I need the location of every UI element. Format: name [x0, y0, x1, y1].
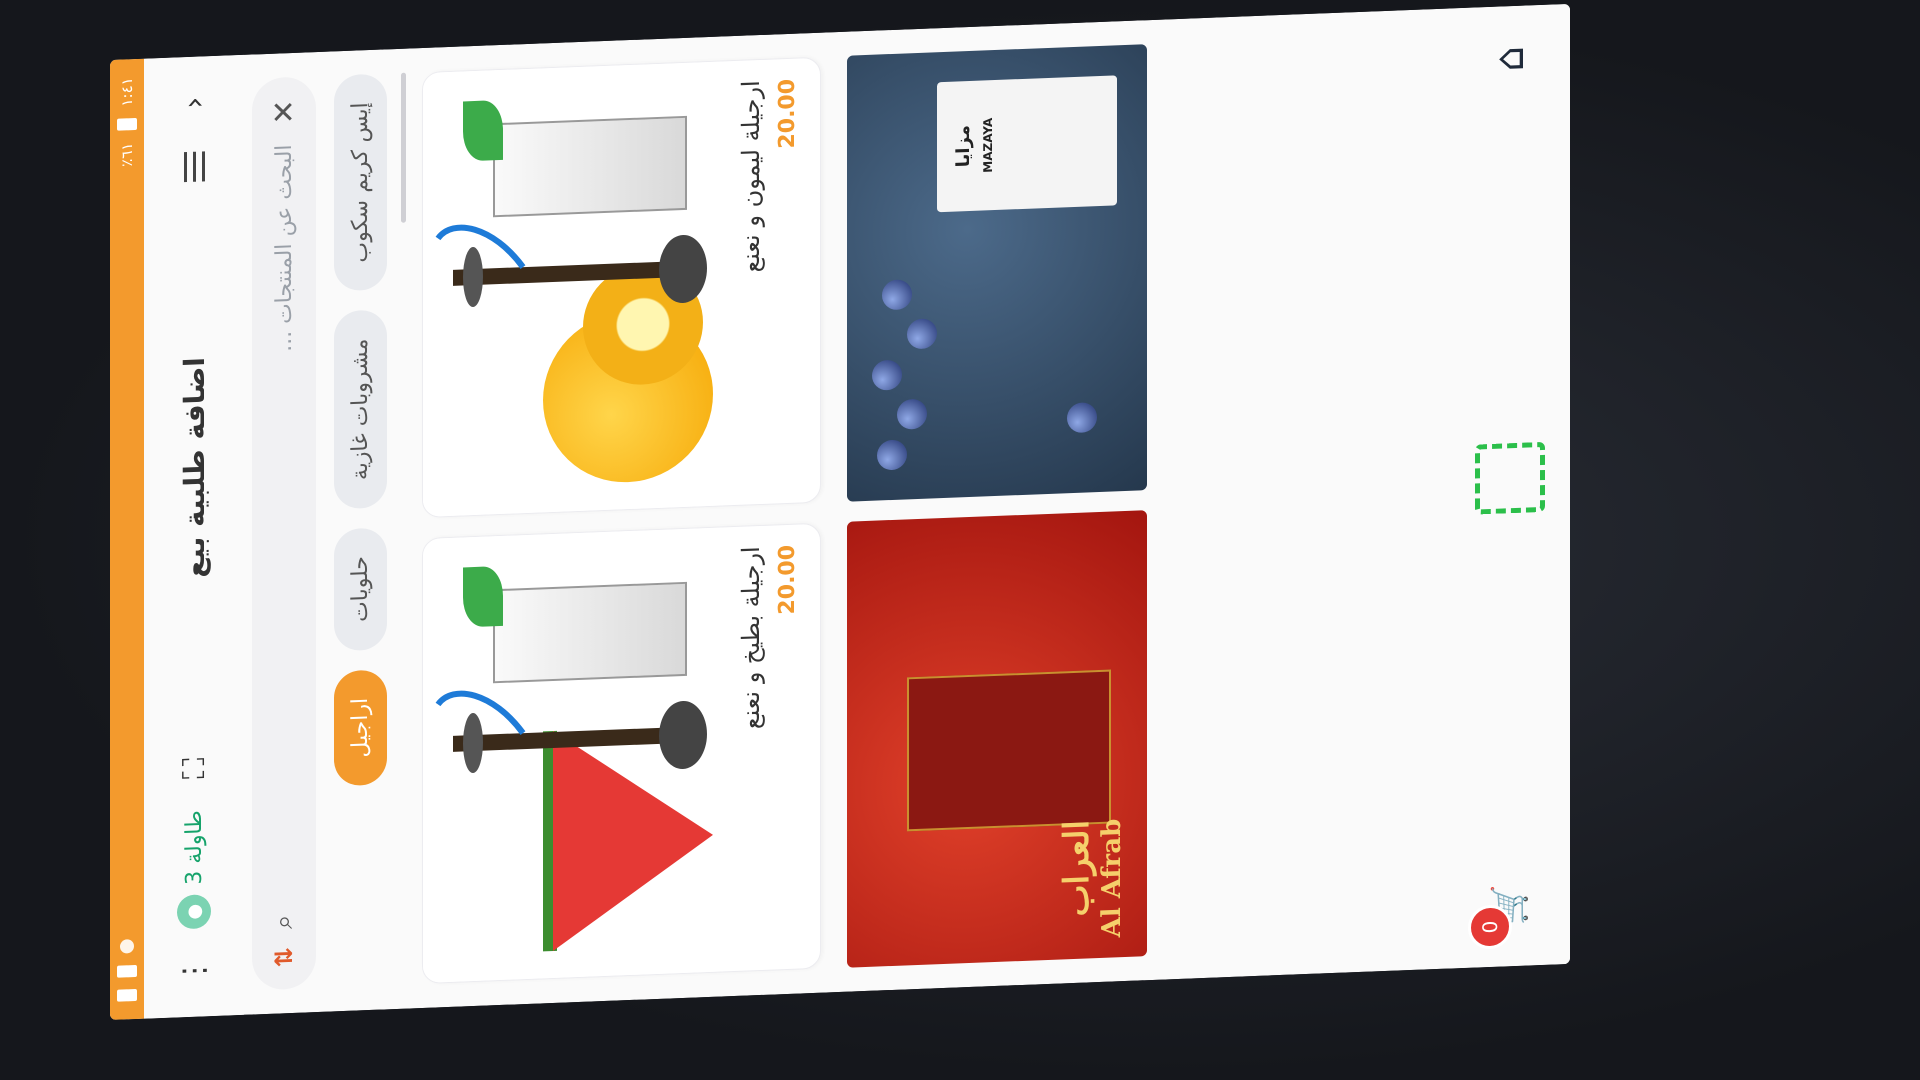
mazaya-pack-image: مزايا MAZAYA: [937, 75, 1117, 213]
category-chip-soft-drinks[interactable]: مشروبات غازية: [334, 309, 387, 510]
product-price: 20.00: [775, 544, 800, 616]
table-label: طاولة 3: [181, 809, 207, 886]
product-price: 20.00: [775, 78, 800, 150]
category-chip-sweets[interactable]: حلويات: [334, 527, 387, 651]
blueberry-image: [882, 279, 912, 311]
mint-leaf-image: [463, 99, 503, 162]
tobacco-box-image: [493, 582, 687, 684]
mazaya-logo: مزايا: [953, 124, 974, 168]
more-vert-icon: ⋮: [176, 955, 212, 987]
menu-button[interactable]: [172, 144, 216, 190]
banner-al-afrab[interactable]: العراب Al Afrab: [847, 510, 1147, 968]
blueberry-image: [872, 359, 902, 391]
status-right: ١:٤١ ٦١٪: [117, 77, 137, 167]
status-battery: ٦١٪: [118, 142, 136, 168]
product-meta: ارجيلة بطيخ و نعنع 20.00: [723, 524, 820, 972]
expand-icon: ⛶: [176, 757, 212, 780]
chevron-left-icon: ‹: [176, 96, 212, 110]
product-name: ارجيلة ليمون و نعنع: [737, 79, 765, 274]
app-screen: ١:٤١ ٦١٪ ‹ اضافة طلبية بيع ⛶ طاولة 3 ● ⋮…: [110, 3, 1570, 1020]
blueberry-image: [897, 398, 927, 430]
user-avatar-icon: ●: [177, 894, 211, 930]
status-left: [117, 939, 137, 1002]
promo-banners: مزايا MAZAYA العراب Al Afrab: [837, 20, 1157, 992]
hookah-icon: [435, 691, 707, 774]
more-button[interactable]: ⋮: [172, 948, 216, 994]
notification-icon: [120, 939, 134, 954]
search-input[interactable]: [270, 141, 298, 898]
mint-leaf-image: [463, 565, 503, 628]
product-name: ارجيلة بطيخ و نعنع: [737, 545, 765, 730]
sim2-icon: [117, 988, 137, 1002]
close-icon[interactable]: ✕: [267, 99, 302, 125]
product-card-lemon-mint[interactable]: ارجيلة ليمون و نعنع 20.00: [422, 56, 821, 519]
table-indicator[interactable]: طاولة 3 ●: [177, 810, 211, 930]
status-time: ١:٤١: [118, 77, 136, 107]
product-image: [423, 527, 723, 983]
qr-scan-icon[interactable]: [1475, 441, 1545, 515]
brand-ar: العراب: [1057, 819, 1097, 918]
back-button[interactable]: ‹: [172, 80, 216, 126]
product-grid: ارجيلة ليمون و نعنع 20.00 ارجيلة بطيخ و …: [406, 32, 837, 1009]
cart-count-badge: 0: [1468, 904, 1512, 950]
tobacco-box-image: [493, 116, 687, 218]
cart-button[interactable]: 🛒 0: [1468, 883, 1530, 950]
battery-icon: [117, 118, 137, 131]
app-bar: ‹ اضافة طلبية بيع ⛶ طاولة 3 ● ⋮: [144, 54, 244, 1019]
al-afrab-pack-image: [907, 669, 1111, 832]
banner-mazaya[interactable]: مزايا MAZAYA: [847, 44, 1147, 502]
category-chips: إيس كريم سكوب مشروبات غازية حلويات اراجي…: [324, 49, 397, 1012]
sort-icon[interactable]: ⇅: [270, 947, 298, 968]
bottom-bar: 🛒 0 ⌂: [1450, 3, 1570, 969]
category-chip-ice-cream[interactable]: إيس كريم سكوب: [334, 73, 387, 292]
hamburger-icon: [183, 151, 205, 183]
tablet-screen: ١:٤١ ٦١٪ ‹ اضافة طلبية بيع ⛶ طاولة 3 ● ⋮…: [110, 3, 1570, 1020]
search-icon[interactable]: ⌕: [269, 914, 300, 930]
search-bar: ✕ ⌕ ⇅: [252, 76, 316, 991]
expand-button[interactable]: ⛶: [172, 746, 216, 792]
status-bar: ١:٤١ ٦١٪: [110, 58, 144, 1020]
blueberry-image: [1067, 402, 1097, 434]
title-block: اضافة طلبية بيع: [178, 208, 211, 727]
al-afrab-logo: العراب Al Afrab: [1057, 818, 1127, 939]
product-meta: ارجيلة ليمون و نعنع 20.00: [723, 58, 820, 506]
blueberry-image: [907, 318, 937, 350]
blueberry-image: [877, 439, 907, 471]
home-button[interactable]: ⌂: [1487, 45, 1533, 72]
mazaya-logo-en: MAZAYA: [981, 117, 995, 173]
category-chip-hookah[interactable]: اراجيل: [334, 668, 387, 787]
hookah-icon: [435, 225, 707, 308]
page-title: اضافة طلبية بيع: [177, 356, 211, 579]
home-icon: ⌂: [1487, 45, 1533, 73]
product-image: [423, 61, 723, 517]
sim-icon: [117, 964, 137, 978]
brand-en: Al Afrab: [1097, 818, 1127, 939]
product-card-watermelon-mint[interactable]: ارجيلة بطيخ و نعنع 20.00: [422, 522, 821, 985]
